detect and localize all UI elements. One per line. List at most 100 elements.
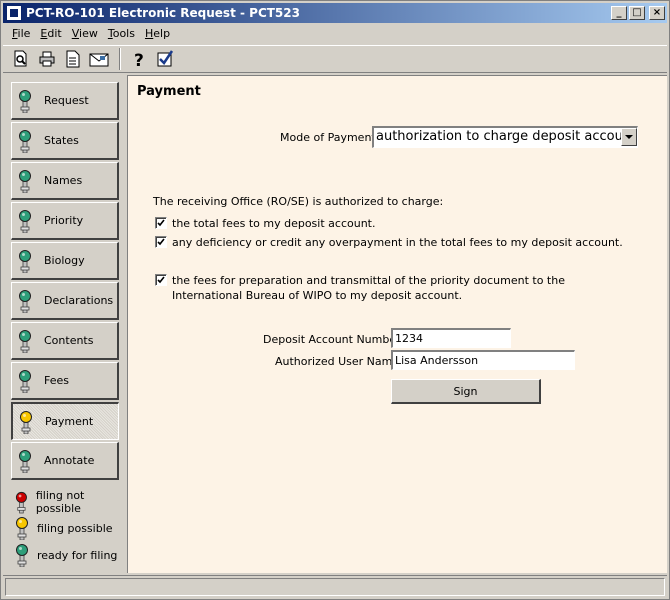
toolbar: ? xyxy=(3,45,667,73)
status-light-icon xyxy=(19,169,31,193)
sidebar-item-contents[interactable]: Contents xyxy=(11,322,119,360)
sidebar-item-fees[interactable]: Fees xyxy=(11,362,119,400)
menu-view[interactable]: View xyxy=(67,27,103,40)
app-icon[interactable] xyxy=(6,5,22,21)
mode-of-payment-select[interactable]: authorization to charge deposit account xyxy=(372,126,638,148)
sidebar-item-label: Priority xyxy=(44,214,84,227)
sign-button[interactable]: Sign xyxy=(391,379,541,404)
check-row-total-fees: the total fees to my deposit account. xyxy=(155,216,375,231)
checkbox-total-fees[interactable] xyxy=(155,217,167,229)
sidebar-item-label: Biology xyxy=(44,254,85,267)
legend-ready: ready for filing xyxy=(15,543,117,567)
print-icon xyxy=(39,51,55,67)
sidebar-item-label: Request xyxy=(44,94,89,107)
deposit-account-input[interactable] xyxy=(391,328,511,348)
close-button[interactable]: × xyxy=(649,6,665,20)
chevron-down-icon xyxy=(625,134,633,139)
authorized-user-label: Authorized User Name: xyxy=(275,355,403,368)
status-bar xyxy=(3,575,667,597)
payment-panel: Payment Mode of Payment: authorization t… xyxy=(127,75,667,573)
mode-of-payment-value: authorization to charge deposit account xyxy=(376,129,637,144)
menu-edit-label: dit xyxy=(47,27,62,40)
menu-file[interactable]: File xyxy=(7,27,35,40)
sidebar-item-request[interactable]: Request xyxy=(11,82,119,120)
app-window: PCT-RO-101 Electronic Request - PCT523 _… xyxy=(0,0,670,600)
sidebar-item-label: Annotate xyxy=(44,454,95,467)
status-light-icon xyxy=(19,369,31,393)
toolbar-separator xyxy=(119,48,121,70)
status-light-icon xyxy=(19,449,31,473)
legend-possible: filing possible xyxy=(15,516,113,540)
authorized-user-input[interactable] xyxy=(391,350,575,370)
sidebar-item-names[interactable]: Names xyxy=(11,162,119,200)
check-row-priority-document: the fees for preparation and transmittal… xyxy=(155,273,635,303)
status-pane xyxy=(5,578,665,596)
menu-help[interactable]: Help xyxy=(140,27,175,40)
email-button[interactable] xyxy=(87,48,111,70)
legend-not-possible: filing not possible xyxy=(15,489,125,515)
menu-file-label: ile xyxy=(17,27,31,40)
deposit-account-label: Deposit Account Number: xyxy=(263,333,405,346)
email-icon xyxy=(89,53,109,67)
document-button[interactable] xyxy=(61,48,85,70)
sidebar-item-label: States xyxy=(44,134,79,147)
minimize-button[interactable]: _ xyxy=(611,6,627,20)
checkbox-label: the fees for preparation and transmittal… xyxy=(172,274,565,302)
legend-label: filing not possible xyxy=(35,489,85,515)
check-icon xyxy=(157,219,165,227)
checkbox-priority-document[interactable] xyxy=(155,274,167,286)
legend-label: ready for filing xyxy=(37,548,118,562)
check-icon xyxy=(157,238,165,246)
print-preview-button[interactable] xyxy=(9,48,33,70)
status-light-icon xyxy=(15,491,27,514)
menu-tools-label: ools xyxy=(112,27,135,40)
status-light-icon xyxy=(20,410,32,434)
checkbox-deficiency[interactable] xyxy=(155,236,167,248)
title-bar[interactable]: PCT-RO-101 Electronic Request - PCT523 _… xyxy=(3,3,667,23)
status-light-icon xyxy=(16,544,28,567)
status-light-icon xyxy=(19,209,31,233)
validate-button[interactable] xyxy=(153,48,177,70)
menu-view-accel: V xyxy=(71,27,80,40)
status-light-icon xyxy=(19,129,31,153)
sidebar-item-label: Payment xyxy=(45,415,94,428)
menu-view-label: iew xyxy=(79,27,98,40)
status-light-icon xyxy=(19,249,31,273)
validate-icon xyxy=(157,50,174,67)
document-icon xyxy=(66,50,80,68)
sidebar-item-priority[interactable]: Priority xyxy=(11,202,119,240)
checkbox-label: any deficiency or credit any overpayment… xyxy=(172,236,623,249)
maximize-button[interactable]: □ xyxy=(629,6,645,20)
status-light-icon xyxy=(19,89,31,113)
menu-tools[interactable]: Tools xyxy=(103,27,140,40)
status-light-icon xyxy=(19,289,31,313)
status-light-icon xyxy=(19,329,31,353)
check-row-deficiency: any deficiency or credit any overpayment… xyxy=(155,235,623,250)
help-button[interactable]: ? xyxy=(127,48,151,70)
print-button[interactable] xyxy=(35,48,59,70)
sidebar: Request States Names Priority Biology Declara… xyxy=(3,75,125,573)
check-icon xyxy=(157,276,165,284)
checkbox-label: the total fees to my deposit account. xyxy=(172,217,376,230)
sidebar-item-label: Contents xyxy=(44,334,94,347)
sidebar-item-biology[interactable]: Biology xyxy=(11,242,119,280)
legend-label: filing possible xyxy=(37,521,113,535)
sidebar-item-label: Declarations xyxy=(44,294,114,307)
menu-bar: File Edit View Tools Help xyxy=(3,24,667,43)
sidebar-item-declarations[interactable]: Declarations xyxy=(11,282,119,320)
mode-of-payment-label: Mode of Payment: xyxy=(280,131,380,144)
print-preview-icon xyxy=(14,50,27,67)
sidebar-item-annotate[interactable]: Annotate xyxy=(11,442,119,480)
sidebar-item-payment[interactable]: Payment xyxy=(11,402,119,440)
status-light-icon xyxy=(16,517,28,540)
sidebar-item-label: Fees xyxy=(44,374,69,387)
menu-edit[interactable]: Edit xyxy=(35,27,66,40)
window-title: PCT-RO-101 Electronic Request - PCT523 xyxy=(26,6,300,20)
authorized-text: The receiving Office (RO/SE) is authoriz… xyxy=(153,195,444,208)
sidebar-item-states[interactable]: States xyxy=(11,122,119,160)
sidebar-item-label: Names xyxy=(44,174,83,187)
dropdown-button[interactable] xyxy=(621,128,637,146)
help-icon: ? xyxy=(134,51,144,68)
svg-text:?: ? xyxy=(134,51,144,68)
menu-help-accel: H xyxy=(144,27,154,40)
